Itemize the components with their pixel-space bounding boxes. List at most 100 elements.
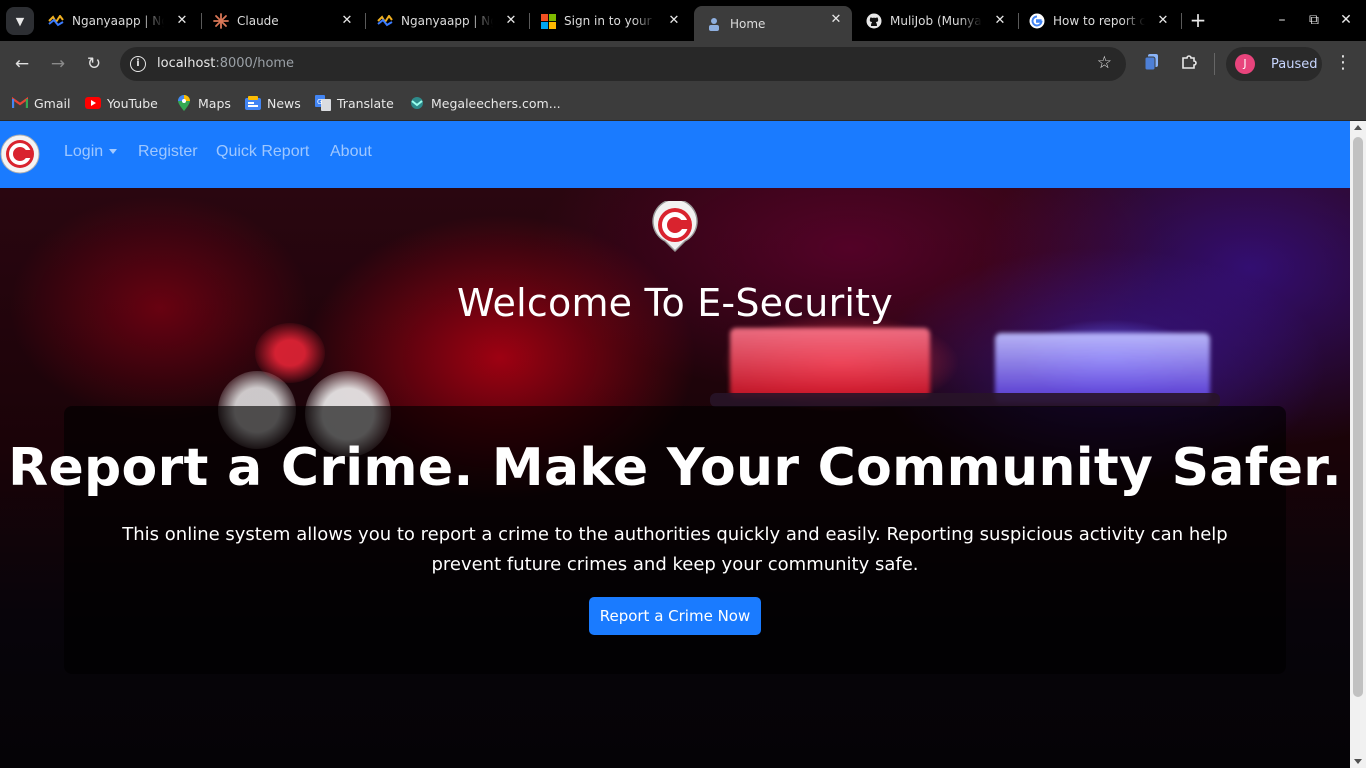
github-favicon-icon [866, 13, 882, 29]
browser-tab[interactable]: Nganyaapp | Nganyaapp ✕ [36, 7, 198, 35]
toolbar-divider [1214, 53, 1215, 75]
close-icon[interactable]: ✕ [339, 13, 355, 29]
reload-icon: ↻ [86, 54, 102, 74]
site-navbar: Login Register Quick Report About [0, 121, 1350, 188]
tab-title: Sign in to your account [564, 14, 656, 28]
siren-base [710, 393, 1220, 407]
close-icon[interactable]: ✕ [503, 13, 519, 29]
siren-red-light [730, 328, 930, 398]
browser-tab[interactable]: MuliJob (Munyao) ✕ [854, 7, 1016, 35]
window-close-button[interactable]: ✕ [1334, 8, 1358, 32]
welcome-heading: Welcome To E-Security [457, 281, 893, 325]
nav-link-label: Login [64, 143, 104, 160]
hero-title: Report a Crime. Make Your Community Safe… [8, 438, 1342, 498]
close-icon[interactable]: ✕ [1155, 13, 1171, 29]
tab-search-button[interactable]: ▼ [6, 7, 34, 35]
chevron-down-icon: ▼ [15, 14, 25, 28]
hero-logo [649, 198, 701, 253]
restore-button[interactable]: ⧉ [1302, 8, 1326, 32]
address-bar[interactable]: i localhost:8000/home ☆ [120, 47, 1126, 81]
bookmarks-bar: Gmail YouTube Maps News G Translate Mega… [0, 86, 1366, 121]
hero-description: This online system allows you to report … [122, 524, 1228, 575]
bookmark-gmail[interactable]: Gmail [12, 92, 70, 114]
close-icon[interactable]: ✕ [666, 13, 682, 29]
bookmark-youtube[interactable]: YouTube [85, 92, 158, 114]
browser-tab[interactable]: Nganyaapp | Nganyaapp ✕ [365, 7, 527, 35]
browser-tab[interactable]: Sign in to your account ✕ [528, 7, 690, 35]
browser-tab-active[interactable]: Home ✕ [694, 6, 852, 41]
google-favicon-icon [1029, 13, 1045, 29]
brand-logo[interactable] [0, 134, 40, 174]
tab-title: MuliJob (Munyao) [890, 14, 982, 28]
tab-title: Home [730, 16, 766, 31]
translate-icon: G [315, 95, 331, 111]
gmail-icon [12, 95, 28, 111]
bookmark-label: Maps [198, 95, 231, 111]
bookmark-label: Megaleechers.com... [431, 95, 561, 111]
scroll-down-icon[interactable] [1354, 759, 1362, 764]
news-icon [245, 95, 261, 111]
arrow-left-icon: ← [14, 54, 30, 74]
microsoft-favicon-icon [540, 13, 556, 29]
bookmark-megaleechers[interactable]: Megaleechers.com... [409, 92, 561, 114]
nav-about[interactable]: About [330, 143, 372, 161]
nav-login-dropdown[interactable]: Login [64, 143, 118, 161]
page-favicon-icon [706, 16, 722, 32]
nav-register[interactable]: Register [138, 143, 198, 161]
reading-list-icon[interactable] [1141, 53, 1163, 75]
scrollbar-thumb[interactable] [1353, 137, 1363, 697]
forward-button[interactable]: → [45, 51, 71, 77]
close-icon[interactable]: ✕ [992, 13, 1008, 29]
browser-toolbar: ← → ↻ i localhost:8000/home ☆ J Paused ⋮ [0, 41, 1366, 86]
megaleechers-icon [409, 95, 425, 111]
e-security-logo-icon [652, 198, 698, 253]
close-icon[interactable]: ✕ [828, 12, 844, 28]
svg-text:G: G [317, 98, 322, 106]
avatar: J [1235, 54, 1255, 74]
browser-tab[interactable]: How to report crime ✕ [1017, 7, 1179, 35]
reload-button[interactable]: ↻ [81, 51, 107, 77]
tab-title: Claude [237, 14, 279, 28]
bookmark-translate[interactable]: G Translate [315, 92, 394, 114]
url-path: :8000/home [215, 56, 295, 71]
url-host: localhost [157, 56, 216, 71]
caret-down-icon [109, 149, 118, 155]
scroll-up-icon[interactable] [1354, 125, 1362, 130]
kebab-menu-icon[interactable]: ⋮ [1334, 52, 1352, 74]
bookmark-label: Gmail [34, 95, 71, 111]
bookmark-maps[interactable]: Maps [176, 92, 231, 114]
url-text[interactable]: localhost:8000/home [157, 56, 294, 71]
tab-title: How to report crime [1053, 14, 1145, 28]
tab-separator [1181, 13, 1182, 29]
plus-icon: + [1189, 8, 1207, 32]
browser-tab-strip: ▼ Nganyaapp | Nganyaapp ✕ Claude ✕ Ngany… [0, 0, 1366, 41]
e-security-logo-icon [0, 134, 40, 174]
bookmark-label: Translate [337, 95, 394, 111]
tab-title: Nganyaapp | Nganyaapp [72, 14, 164, 28]
youtube-icon [85, 95, 101, 111]
nav-quick-report[interactable]: Quick Report [216, 143, 309, 161]
tab-title: Nganyaapp | Nganyaapp [401, 14, 493, 28]
new-tab-button[interactable]: + [1187, 9, 1209, 31]
site-info-icon[interactable]: i [130, 56, 146, 72]
bookmark-star-icon[interactable]: ☆ [1097, 53, 1112, 73]
profile-button[interactable]: J Paused [1226, 47, 1322, 81]
claude-favicon-icon [213, 13, 229, 29]
minimize-button[interactable]: – [1270, 8, 1294, 32]
browser-tab[interactable]: Claude ✕ [201, 7, 363, 35]
bokeh-light [255, 323, 325, 383]
extensions-puzzle-icon[interactable] [1178, 53, 1200, 75]
close-icon[interactable]: ✕ [174, 13, 190, 29]
minimize-icon: – [1278, 12, 1286, 28]
close-icon: ✕ [1340, 12, 1352, 28]
back-button[interactable]: ← [9, 51, 35, 77]
page-viewport: Login Register Quick Report About Welcom… [0, 121, 1350, 768]
hero-section: Welcome To E-Security Report a Crime. Ma… [0, 188, 1350, 768]
report-crime-button[interactable]: Report a Crime Now [589, 597, 761, 635]
profile-status-label: Paused [1271, 56, 1318, 72]
arrow-right-icon: → [50, 54, 66, 74]
bookmark-label: News [267, 95, 301, 111]
page-scrollbar[interactable] [1350, 121, 1366, 768]
bookmark-news[interactable]: News [245, 92, 301, 114]
maps-icon [176, 95, 192, 111]
